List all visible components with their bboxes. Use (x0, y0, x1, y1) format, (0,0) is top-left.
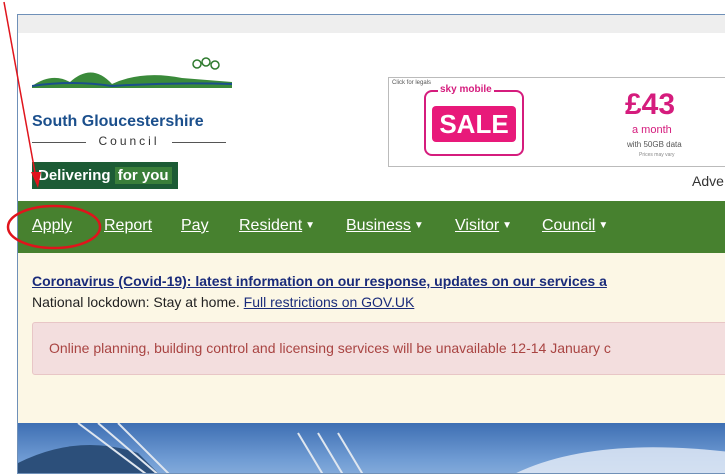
ad-legal-text: Click for legals (392, 80, 432, 86)
hills-logo-icon (32, 57, 232, 88)
warning-text: Online planning, building control and li… (49, 340, 611, 356)
chevron-down-icon: ▼ (502, 220, 513, 231)
council-name: South Gloucestershire (32, 113, 204, 130)
nav-pay[interactable]: Pay (181, 217, 209, 235)
alerts-panel: Coronavirus (Covid-19): latest informati… (18, 253, 725, 423)
ad-data: with 50GB data (627, 140, 682, 149)
ad-price: £43 (625, 88, 676, 121)
council-subtitle: Council (32, 134, 226, 150)
top-strip (18, 15, 725, 33)
advert-banner[interactable]: Click for legals sky mobile SALE £43 a m… (388, 77, 725, 167)
nav-business[interactable]: Business ▼ (346, 217, 424, 235)
site-header: South Gloucestershire Council Delivering… (18, 33, 725, 201)
covid-info-link[interactable]: Coronavirus (Covid-19): latest informati… (32, 273, 607, 289)
nav-visitor[interactable]: Visitor ▼ (455, 217, 512, 235)
chevron-down-icon: ▼ (305, 220, 316, 231)
chevron-down-icon: ▼ (598, 220, 609, 231)
sky-sale-badge: sky mobile SALE (424, 84, 524, 156)
ad-note: Prices may vary (639, 152, 675, 158)
main-nav: Apply Report Pay Resident ▼ Business ▼ Vis… (18, 201, 725, 253)
ad-period: a month (632, 124, 672, 136)
nav-apply[interactable]: Apply (32, 217, 72, 235)
bridge-illustration (18, 423, 725, 473)
lockdown-notice: National lockdown: Stay at home. Full re… (32, 294, 415, 310)
service-warning: Online planning, building control and li… (32, 322, 725, 375)
chevron-down-icon: ▼ (413, 220, 424, 231)
strapline: Delivering for you (32, 162, 178, 189)
advert-label: Adve (692, 173, 724, 189)
nav-resident[interactable]: Resident ▼ (239, 217, 315, 235)
nav-report[interactable]: Report (104, 217, 152, 235)
browser-frame: South Gloucestershire Council Delivering… (17, 14, 725, 474)
nav-council[interactable]: Council ▼ (542, 217, 608, 235)
gov-uk-link[interactable]: Full restrictions on GOV.UK (244, 294, 415, 310)
hero-image (18, 423, 725, 473)
